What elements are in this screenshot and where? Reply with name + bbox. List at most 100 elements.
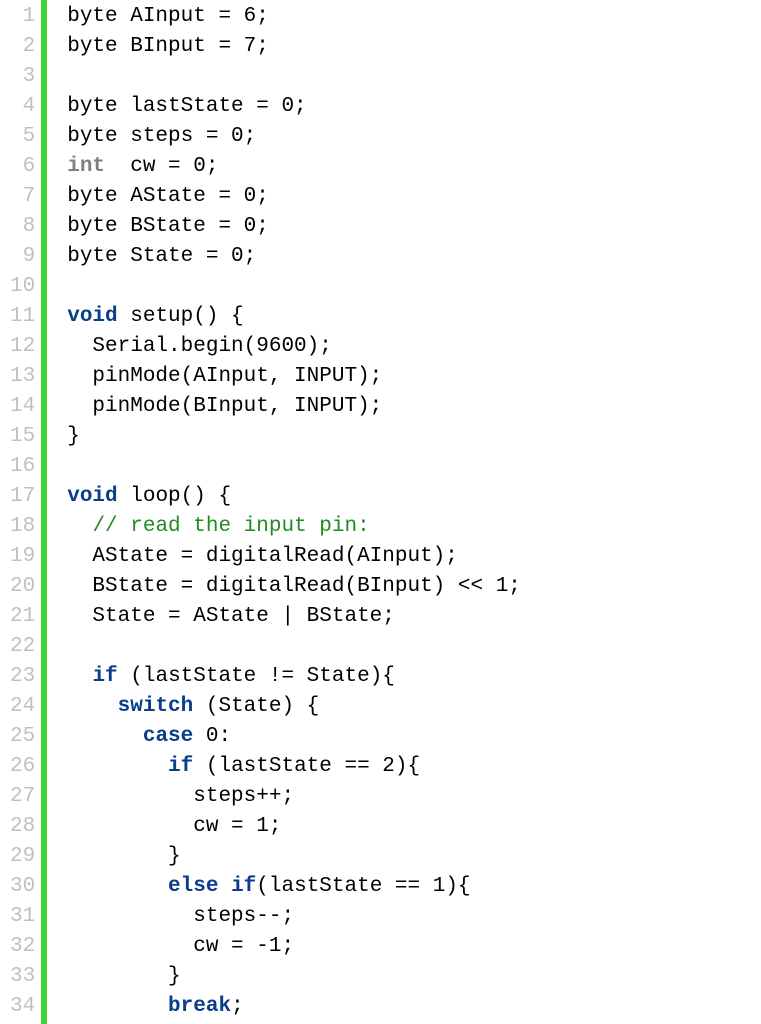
code-line: pinMode(BInput, INPUT); (67, 392, 761, 422)
line-number: 31 (10, 902, 35, 932)
token-plain: byte State = 0; (67, 245, 256, 268)
line-number: 1 (10, 2, 35, 32)
code-line: // read the input pin: (67, 512, 761, 542)
code-line (67, 632, 761, 662)
line-number: 15 (10, 422, 35, 452)
token-plain: setup() { (118, 305, 244, 328)
token-plain: ; (231, 995, 244, 1018)
token-plain (67, 695, 117, 718)
line-number: 20 (10, 572, 35, 602)
token-plain: } (67, 425, 80, 448)
code-line: switch (State) { (67, 692, 761, 722)
token-kw: void (67, 305, 117, 328)
token-kw: switch (118, 695, 194, 718)
token-plain: Serial.begin(9600); (67, 335, 332, 358)
code-line: steps--; (67, 902, 761, 932)
token-plain (67, 755, 168, 778)
line-number: 21 (10, 602, 35, 632)
code-line: byte AInput = 6; (67, 2, 761, 32)
code-line: BState = digitalRead(BInput) << 1; (67, 572, 761, 602)
token-plain: byte AInput = 6; (67, 5, 269, 28)
token-plain: pinMode(AInput, INPUT); (67, 365, 382, 388)
token-plain (67, 725, 143, 748)
token-plain: byte steps = 0; (67, 125, 256, 148)
line-number: 28 (10, 812, 35, 842)
code-line: if (lastState == 2){ (67, 752, 761, 782)
line-number: 7 (10, 182, 35, 212)
line-number: 33 (10, 962, 35, 992)
token-plain: cw = -1; (67, 935, 294, 958)
token-plain: loop() { (118, 485, 231, 508)
token-kw-type: int (67, 155, 105, 178)
code-line: case 0: (67, 722, 761, 752)
token-plain: byte AState = 0; (67, 185, 269, 208)
token-plain: (lastState == 2){ (193, 755, 420, 778)
token-kw: else (168, 875, 218, 898)
line-number: 5 (10, 122, 35, 152)
token-plain: BState = digitalRead(BInput) << 1; (67, 575, 521, 598)
token-plain: pinMode(BInput, INPUT); (67, 395, 382, 418)
line-number: 22 (10, 632, 35, 662)
token-kw: if (92, 665, 117, 688)
token-kw: if (168, 755, 193, 778)
code-line: } (67, 842, 761, 872)
line-number: 19 (10, 542, 35, 572)
line-number-gutter: 1234567891011121314151617181920212223242… (0, 0, 41, 1024)
code-line: else if(lastState == 1){ (67, 872, 761, 902)
code-line: byte AState = 0; (67, 182, 761, 212)
code-line: Serial.begin(9600); (67, 332, 761, 362)
code-line: pinMode(AInput, INPUT); (67, 362, 761, 392)
code-line: AState = digitalRead(AInput); (67, 542, 761, 572)
code-line: byte BInput = 7; (67, 32, 761, 62)
code-line: byte State = 0; (67, 242, 761, 272)
code-line: byte BState = 0; (67, 212, 761, 242)
line-number: 10 (10, 272, 35, 302)
code-line: int cw = 0; (67, 152, 761, 182)
token-plain: (lastState != State){ (118, 665, 395, 688)
line-number: 29 (10, 842, 35, 872)
line-number: 26 (10, 752, 35, 782)
code-line: } (67, 422, 761, 452)
line-number: 17 (10, 482, 35, 512)
token-plain: byte BState = 0; (67, 215, 269, 238)
line-number: 18 (10, 512, 35, 542)
token-kw: if (231, 875, 256, 898)
token-plain (67, 875, 168, 898)
token-plain: byte lastState = 0; (67, 95, 306, 118)
line-number: 23 (10, 662, 35, 692)
line-number: 12 (10, 332, 35, 362)
code-line: byte steps = 0; (67, 122, 761, 152)
token-plain: byte BInput = 7; (67, 35, 269, 58)
code-line: void setup() { (67, 302, 761, 332)
token-plain: 0: (193, 725, 231, 748)
line-number: 34 (10, 992, 35, 1022)
line-number: 27 (10, 782, 35, 812)
token-plain: (lastState == 1){ (256, 875, 470, 898)
token-kw: break (168, 995, 231, 1018)
line-number: 11 (10, 302, 35, 332)
code-line: State = AState | BState; (67, 602, 761, 632)
token-kw: void (67, 485, 117, 508)
token-plain (67, 665, 92, 688)
token-comment: // read the input pin: (92, 515, 369, 538)
line-number: 2 (10, 32, 35, 62)
line-number: 4 (10, 92, 35, 122)
token-plain: (State) { (193, 695, 319, 718)
code-line: byte lastState = 0; (67, 92, 761, 122)
code-line (67, 272, 761, 302)
code-line: cw = 1; (67, 812, 761, 842)
code-line: steps++; (67, 782, 761, 812)
code-line: break; (67, 992, 761, 1022)
token-plain: steps--; (67, 905, 294, 928)
code-line: void loop() { (67, 482, 761, 512)
token-plain: AState = digitalRead(AInput); (67, 545, 458, 568)
line-number: 30 (10, 872, 35, 902)
token-plain: cw = 0; (105, 155, 218, 178)
line-number: 16 (10, 452, 35, 482)
code-line: cw = -1; (67, 932, 761, 962)
token-plain: cw = 1; (67, 815, 281, 838)
token-plain: } (67, 845, 180, 868)
token-plain: steps++; (67, 785, 294, 808)
code-line (67, 452, 761, 482)
code-area: byte AInput = 6; byte BInput = 7; byte las… (47, 0, 761, 1024)
